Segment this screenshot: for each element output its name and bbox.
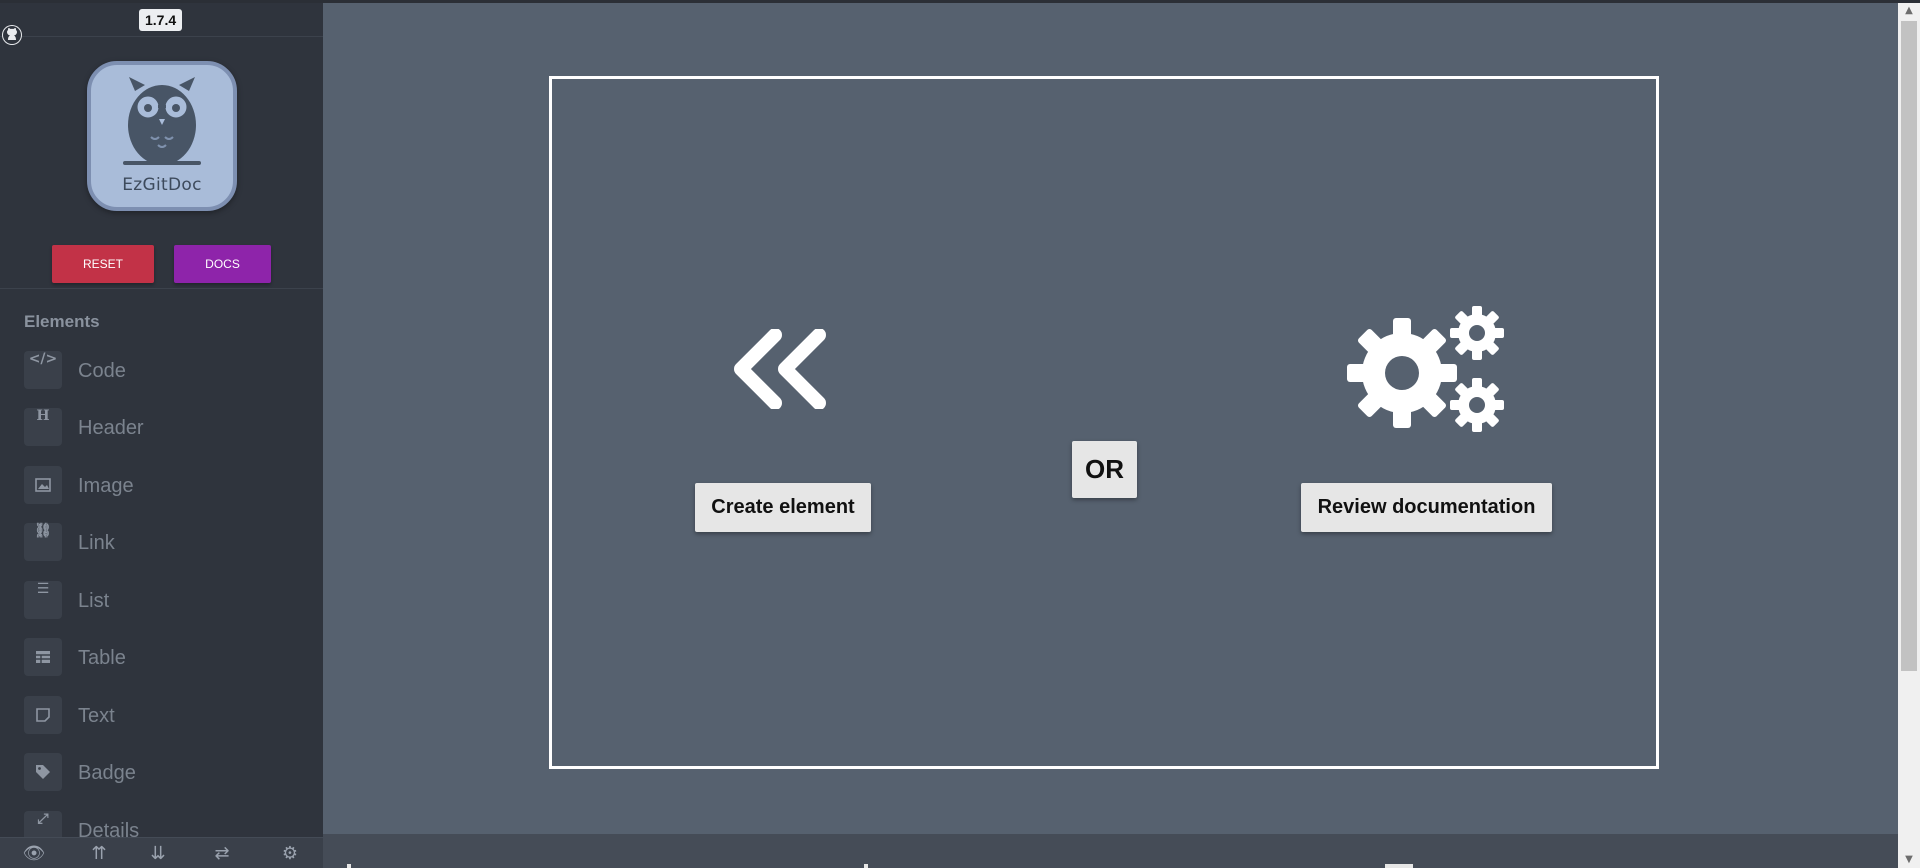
expand-all-icon[interactable]: ⇊ <box>146 843 170 865</box>
double-chevron-left-icon <box>733 328 833 414</box>
preview-marker <box>347 864 351 868</box>
sidebar-item-link[interactable]: ⛓ Link <box>24 523 304 563</box>
sidebar-item-label: Image <box>78 475 134 497</box>
sidebar-item-image[interactable]: Image <box>24 466 304 506</box>
main-canvas: Create element OR Review documentation <box>323 3 1898 834</box>
gears-icon <box>1347 303 1512 438</box>
gear-icon[interactable]: ⚙ <box>278 843 302 865</box>
scroll-up-icon[interactable]: ▲ <box>1898 3 1920 19</box>
swap-icon[interactable]: ⇄ <box>210 843 234 865</box>
divider <box>0 288 323 289</box>
sidebar-item-label: List <box>78 590 110 612</box>
sidebar-item-code[interactable]: </> Code <box>24 351 304 391</box>
reset-button[interactable]: RESET <box>52 245 154 283</box>
link-icon: ⛓ <box>24 523 62 561</box>
table-icon <box>24 638 62 676</box>
logo-text: EzGitDoc <box>122 175 202 195</box>
image-icon <box>24 466 62 504</box>
sidebar-item-label: Badge <box>78 762 136 784</box>
sidebar-item-label: Table <box>78 647 126 669</box>
scrollbar-thumb[interactable] <box>1901 21 1917 671</box>
badge-icon <box>24 753 62 791</box>
sidebar-footer: 👁 ⇈ ⇊ ⇄ ⚙ <box>0 837 323 868</box>
sidebar: 1.7.4 EzGitDoc RESET DOCS Elements </> C… <box>0 3 323 868</box>
divider <box>0 36 323 37</box>
sidebar-item-label: Code <box>78 360 126 382</box>
elements-section-title: Elements <box>24 312 100 331</box>
preview-marker <box>864 864 868 868</box>
version-badge: 1.7.4 <box>139 9 183 31</box>
create-element-button[interactable]: Create element <box>695 483 871 532</box>
sidebar-item-list[interactable]: ☰ List <box>24 581 304 621</box>
sidebar-item-label: Header <box>78 417 144 439</box>
review-documentation-button[interactable]: Review documentation <box>1301 483 1552 532</box>
collapse-all-icon[interactable]: ⇈ <box>87 843 111 865</box>
preview-bar <box>323 834 1898 868</box>
docs-button[interactable]: DOCS <box>174 245 271 283</box>
github-icon[interactable] <box>2 25 22 45</box>
header-icon: H <box>24 408 62 446</box>
code-icon: </> <box>24 351 62 389</box>
sidebar-item-badge[interactable]: Badge <box>24 753 304 793</box>
scroll-down-icon[interactable]: ▼ <box>1898 852 1920 868</box>
sidebar-item-table[interactable]: Table <box>24 638 304 678</box>
text-icon <box>24 696 62 734</box>
list-icon: ☰ <box>24 581 62 619</box>
app-logo: EzGitDoc <box>87 61 237 211</box>
or-label: OR <box>1072 441 1137 498</box>
sidebar-item-label: Link <box>78 532 115 554</box>
sidebar-item-text[interactable]: Text <box>24 696 304 736</box>
sidebar-item-label: Text <box>78 705 115 727</box>
preview-marker <box>1385 864 1413 868</box>
eye-icon[interactable]: 👁 <box>22 843 46 865</box>
vertical-scrollbar[interactable]: ▲ ▼ <box>1898 3 1920 868</box>
sidebar-item-header[interactable]: H Header <box>24 408 304 448</box>
